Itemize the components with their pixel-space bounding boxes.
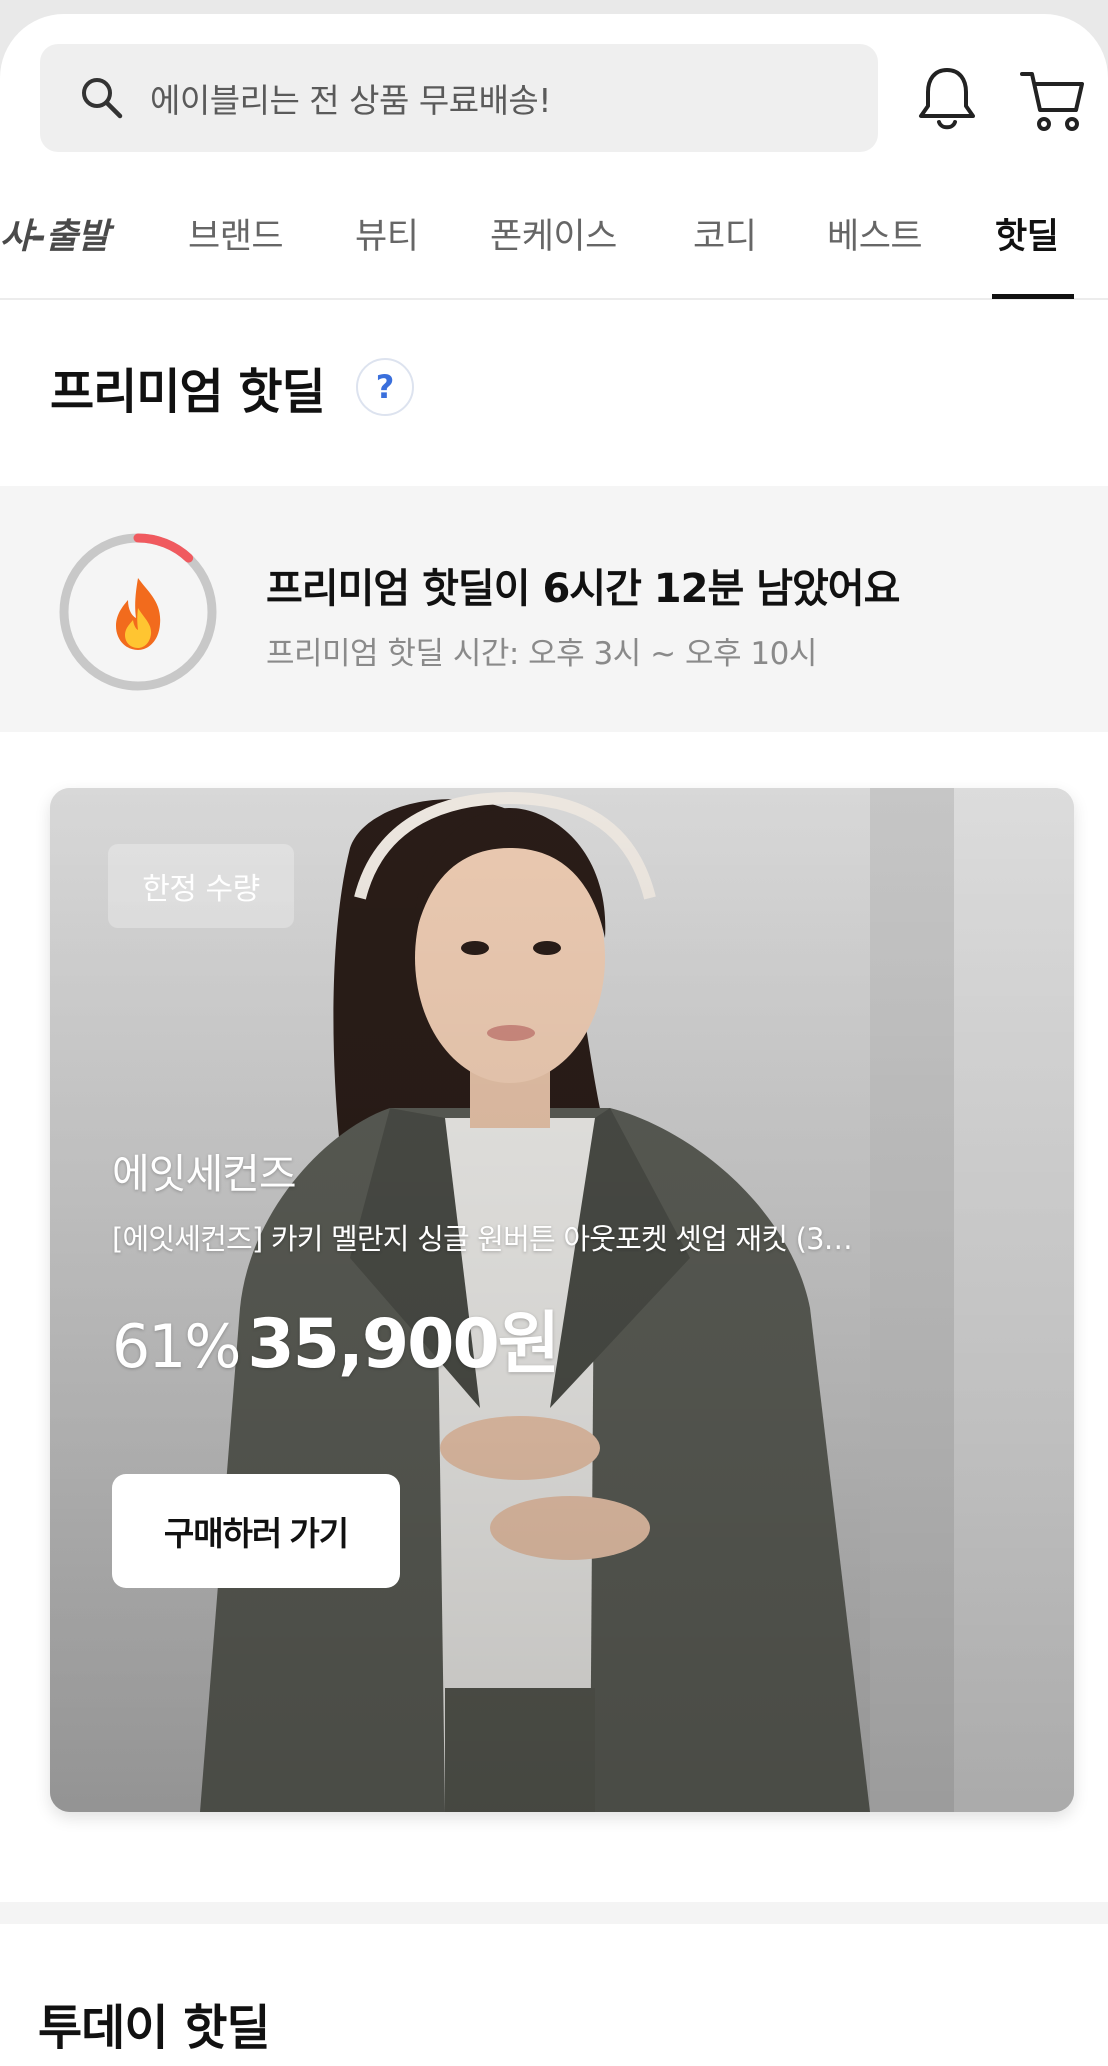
cart-icon[interactable]: [1018, 66, 1088, 136]
price-row: 61% 35,900원: [112, 1288, 560, 1387]
tab-coordi[interactable]: 코디: [693, 208, 757, 259]
search-placeholder: 에이블리는 전 상품 무료배송!: [150, 81, 552, 120]
tab-beauty[interactable]: 뷰티: [355, 208, 419, 259]
timer-hours-text: 프리미엄 핫딜 시간: 오후 3시 ~ 오후 10시: [266, 636, 817, 672]
product-brand: 에잇세컨즈: [112, 1150, 297, 1198]
buy-now-button[interactable]: 구매하러 가기: [112, 1474, 400, 1588]
search-icon: [82, 78, 123, 119]
tab-phonecase[interactable]: 폰케이스: [490, 208, 617, 259]
timer-banner: 프리미엄 핫딜이 6시간 12분 남았어요 프리미엄 핫딜 시간: 오후 3시 …: [0, 486, 1108, 732]
app-screen: 에이블리는 전 상품 무료배송! 샤-출발 브랜드 뷰티 폰케이스 코디 베스트…: [0, 14, 1108, 2066]
tab-best[interactable]: 베스트: [827, 208, 923, 259]
search-bar[interactable]: 에이블리는 전 상품 무료배송!: [40, 44, 878, 152]
today-hotdeal-title: 투데이 핫딜: [38, 2000, 271, 2056]
help-icon[interactable]: ?: [356, 358, 414, 416]
tab-hotdeal[interactable]: 핫딜: [995, 208, 1059, 259]
section-divider: [0, 1902, 1108, 1924]
discount-rate: 61%: [112, 1312, 241, 1382]
limited-quantity-badge: 한정 수량: [108, 844, 294, 928]
bell-icon[interactable]: [914, 64, 980, 136]
premium-section-title: 프리미엄 핫딜: [50, 364, 326, 420]
timer-remaining-text: 프리미엄 핫딜이 6시간 12분 남았어요: [266, 566, 900, 612]
product-card[interactable]: 한정 수량 에잇세컨즈 [에잇세컨즈] 카키 멜란지 싱글 원버튼 아웃포켓 셋…: [50, 788, 1074, 1812]
active-tab-indicator: [992, 294, 1074, 299]
tab-brand[interactable]: 브랜드: [188, 208, 284, 259]
help-glyph: ?: [375, 368, 395, 406]
countdown-ring: [59, 533, 217, 691]
tab-shop-departure[interactable]: 샤-출발: [0, 208, 110, 259]
category-tabs: 샤-출발 브랜드 뷰티 폰케이스 코디 베스트 핫딜: [0, 182, 1108, 300]
product-name: [에잇세컨즈] 카키 멜란지 싱글 원버튼 아웃포켓 셋업 재킷 (3…: [112, 1222, 853, 1256]
fire-icon: [116, 578, 161, 650]
sale-price: 35,900원: [247, 1305, 560, 1384]
